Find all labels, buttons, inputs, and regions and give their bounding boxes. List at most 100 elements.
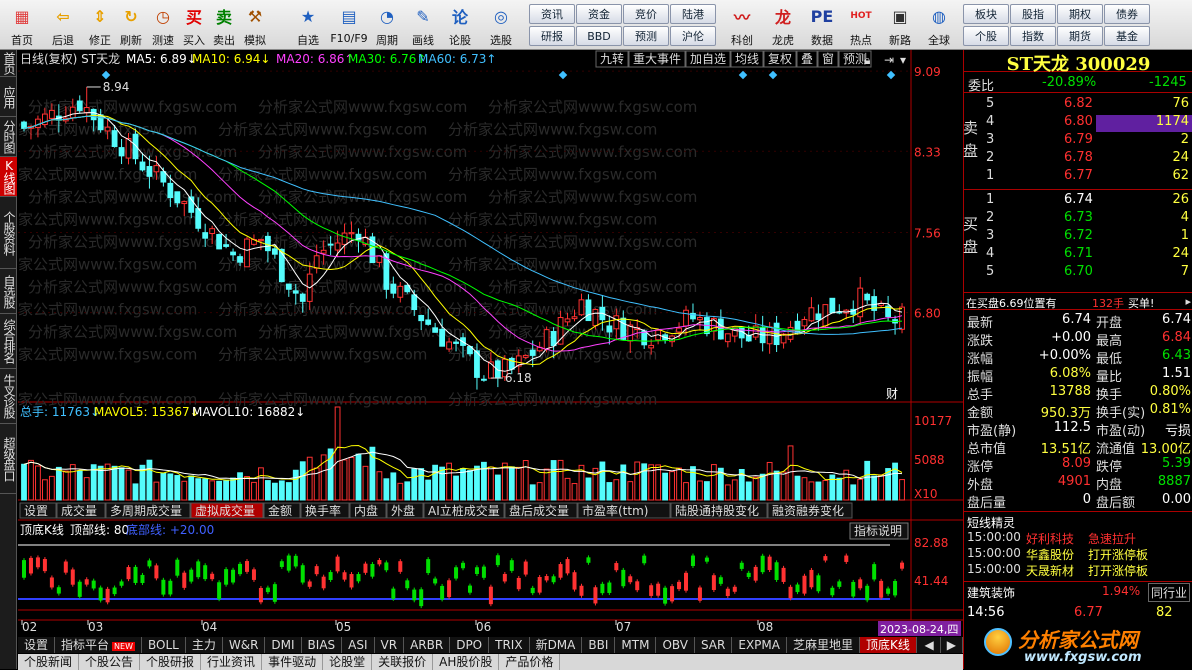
menu-grid2-btn[interactable]: 股指 (1010, 4, 1056, 24)
lock-icon[interactable]: 🔒︎ (864, 53, 870, 67)
buy-level[interactable]: 5 6.70 7 (964, 264, 1192, 282)
buy-level[interactable]: 1 6.74 26 (964, 192, 1192, 210)
chart-tool-label[interactable]: 均线 (735, 52, 759, 66)
menu-grid-btn[interactable]: 沪伦 (670, 26, 716, 46)
sidebar-tab-2[interactable]: 分时图 (0, 117, 17, 157)
indicator-tab-0[interactable]: 设置 (18, 637, 56, 653)
tools-2[interactable]: ◔ 周期 (369, 2, 405, 48)
tools-1[interactable]: ▤ F10/F9 (329, 2, 369, 48)
indicator-tab-3[interactable]: 主力 (186, 637, 223, 653)
indicator-tab-1[interactable]: 指标平台 NEW (55, 637, 142, 653)
news-tab-4[interactable]: 事件驱动 (262, 654, 324, 670)
ind-help-label[interactable]: 指标说明 (854, 523, 902, 538)
tab-scroll-left-icon[interactable]: ◀ (919, 637, 941, 653)
indicator-tab-14[interactable]: MTM (615, 637, 657, 653)
indicator-tab-18[interactable]: 芝麻里地里 (787, 637, 860, 653)
chart-tool-label[interactable]: 窗 (822, 52, 834, 66)
vol-tab-label[interactable]: 成交量 (61, 503, 97, 518)
indicator-tab-7[interactable]: ASI (342, 637, 375, 653)
menu-grid2-btn[interactable]: 指数 (1010, 26, 1056, 46)
sidebar-tab-1[interactable]: 应用 (0, 77, 17, 117)
nav-2[interactable]: ⇕ 修正 (85, 2, 115, 48)
nav-0[interactable]: ▦ 首页 (3, 2, 41, 48)
menu-grid2-btn[interactable]: 板块 (963, 4, 1009, 24)
buy-level[interactable]: 3 6.72 1 (964, 228, 1192, 246)
vol-tab-label[interactable]: 金额 (268, 503, 292, 518)
nav-1[interactable]: ⇦ 后退 (41, 2, 85, 48)
nav-4[interactable]: ◷ 测速 (147, 2, 179, 48)
sidebar-tab-0[interactable]: 首页 (0, 50, 17, 77)
menu-grid2-btn[interactable]: 期权 (1057, 4, 1103, 24)
sidebar-tab-4[interactable]: 个股资料 (0, 197, 17, 269)
sell-level[interactable]: 4 6.80 1174 (964, 114, 1192, 132)
sidebar-tab-8[interactable]: 超级盘口 (0, 424, 17, 494)
chart-svg[interactable]: 分析家公式网www.fxgsw.com 分析家公式网www.fxgsw.com 分析… (0, 50, 963, 637)
sell-level[interactable]: 3 6.79 2 (964, 132, 1192, 150)
sell-level[interactable]: 2 6.78 24 (964, 150, 1192, 168)
tools2-4[interactable]: ▣ 新路 (881, 2, 919, 48)
chart-tool-label[interactable]: 重大事件 (633, 52, 681, 66)
indicator-tab-4[interactable]: W&R (223, 637, 266, 653)
news-item[interactable]: 15:00:00 天晟新材 打开涨停板 (964, 562, 1192, 580)
nav-3[interactable]: ↻ 刷新 (115, 2, 147, 48)
nav-7[interactable]: ⚒ 模拟 (239, 2, 271, 48)
vol-tab-label[interactable]: 陆股通持股变化 (675, 503, 759, 518)
tools-5[interactable]: ◎ 选股 (479, 2, 523, 48)
sidebar-tab-3[interactable]: K线图 (0, 157, 17, 197)
tab-scroll-right-icon[interactable]: ▶ (941, 637, 963, 653)
news-tab-8[interactable]: 产品价格 (499, 654, 561, 670)
vol-tab-label[interactable]: 多周期成交量 (110, 503, 182, 518)
vol-tab-label[interactable]: 盘后成交量 (509, 503, 569, 518)
vol-tab-label[interactable]: 外盘 (391, 503, 415, 518)
vol-tab-label[interactable]: AI立桩成交量 (428, 503, 500, 518)
chart-tool-label[interactable]: 叠 (801, 52, 813, 66)
buy-level[interactable]: 2 6.73 4 (964, 210, 1192, 228)
chart-area[interactable]: 分析家公式网www.fxgsw.com 分析家公式网www.fxgsw.com 分析… (0, 50, 963, 637)
menu-grid2-btn[interactable]: 基金 (1104, 26, 1150, 46)
menu-grid2-btn[interactable]: 个股 (963, 26, 1009, 46)
nav-6[interactable]: 卖卖出 (209, 2, 239, 48)
tools2-2[interactable]: PE 数据 (803, 2, 841, 48)
indicator-tab-11[interactable]: TRIX (489, 637, 530, 653)
dropdown-icon[interactable]: ▾ (900, 53, 906, 67)
indicator-tab-10[interactable]: DPO (450, 637, 490, 653)
indicator-tab-6[interactable]: BIAS (302, 637, 343, 653)
indicator-tab-5[interactable]: DMI (265, 637, 302, 653)
tools2-0[interactable]: 〰科创 (721, 2, 763, 48)
vol-tab-label[interactable]: 换手率 (305, 503, 341, 518)
menu-grid-btn[interactable]: 资金 (576, 4, 622, 24)
news-tab-7[interactable]: AH股价股 (433, 654, 500, 670)
indicator-tab-9[interactable]: ARBR (404, 637, 451, 653)
tools2-1[interactable]: 龙龙虎 (763, 2, 803, 48)
tools2-3[interactable]: HOT 热点 (841, 2, 881, 48)
news-tab-2[interactable]: 个股研报 (140, 654, 202, 670)
news-tab-1[interactable]: 个股公告 (79, 654, 141, 670)
nav-5[interactable]: 买买入 (179, 2, 209, 48)
menu-grid-btn[interactable]: 资讯 (529, 4, 575, 24)
expand-icon[interactable]: ⇥ (884, 53, 894, 67)
indicator-tab-19[interactable]: 顶底K线 (859, 637, 917, 653)
sidebar-tab-5[interactable]: 自选股 (0, 269, 17, 314)
chart-tool-label[interactable]: 复权 (768, 52, 792, 66)
buy-order-button[interactable]: 买单! (1128, 295, 1154, 311)
menu-grid2-btn[interactable]: 期货 (1057, 26, 1103, 46)
menu-grid-btn[interactable]: 陆港 (670, 4, 716, 24)
buy-level[interactable]: 4 6.71 24 (964, 246, 1192, 264)
sector-name[interactable]: 建筑装饰 (967, 584, 1015, 601)
tools-3[interactable]: ✎ 画线 (405, 2, 441, 48)
menu-grid-btn[interactable]: 竞价 (623, 4, 669, 24)
sell-level[interactable]: 1 6.77 62 (964, 168, 1192, 186)
sidebar-tab-6[interactable]: 综合排名 (0, 314, 17, 369)
news-title-row[interactable]: 短线精灵 (964, 511, 1192, 530)
chart-tool-label[interactable]: 九转 (600, 51, 624, 66)
indicator-tab-17[interactable]: EXPMA (732, 637, 787, 653)
menu-grid-btn[interactable]: 预测 (623, 26, 669, 46)
indicator-tab-8[interactable]: VR (375, 637, 405, 653)
vol-tab-label[interactable]: 内盘 (354, 503, 378, 518)
news-tab-6[interactable]: 关联报价 (372, 654, 434, 670)
indicator-tab-12[interactable]: 新DMA (530, 637, 583, 653)
indicator-tab-2[interactable]: BOLL (142, 637, 186, 653)
tools2-5[interactable]: ◍ 全球 (919, 2, 959, 48)
indicator-tab-15[interactable]: OBV (656, 637, 695, 653)
chart-tool-label[interactable]: 加自选 (690, 52, 726, 66)
